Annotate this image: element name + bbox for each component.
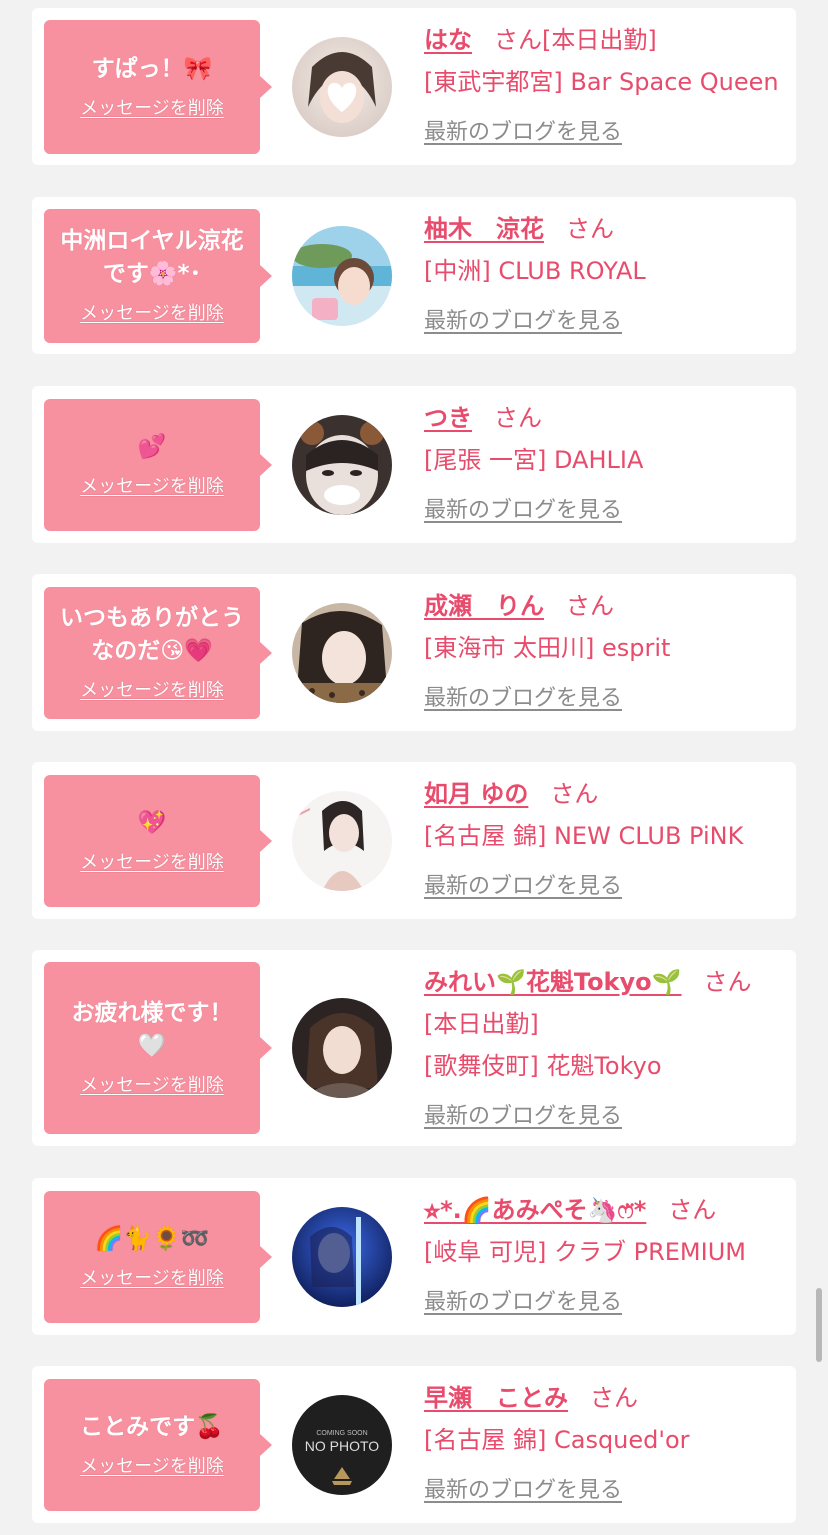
avatar-no-photo[interactable]: COMING SOON NO PHOTO bbox=[292, 1395, 392, 1495]
latest-blog-link[interactable]: 最新のブログを見る bbox=[424, 1284, 622, 1316]
latest-blog-link[interactable]: 最新のブログを見る bbox=[424, 114, 622, 146]
delete-message-link[interactable]: メッセージを削除 bbox=[80, 676, 224, 702]
message-text: ことみです🍒 bbox=[80, 1414, 224, 1440]
cast-name-link[interactable]: つき bbox=[424, 404, 472, 432]
delete-message-link[interactable]: メッセージを削除 bbox=[80, 1264, 224, 1290]
message-card: 💕 メッセージを削除 つき さん [尾張 一宮] DAHLIA 最新のブログを見る bbox=[32, 386, 796, 543]
cast-name-row: 柚木 涼花 さん bbox=[424, 213, 794, 245]
cast-info: 成瀬 りん さん [東海市 太田川] esprit 最新のブログを見る bbox=[424, 590, 794, 712]
shop-location: [尾張 一宮] DAHLIA bbox=[424, 446, 644, 474]
message-card: 中洲ロイヤル涼花 です🌸*･ メッセージを削除 柚木 涼花 さん [中洲] CLUB R… bbox=[32, 197, 796, 354]
delete-message-link[interactable]: メッセージを削除 bbox=[80, 94, 224, 120]
avatar-photo-white[interactable] bbox=[292, 791, 392, 891]
shop-location: [中洲] CLUB ROYAL bbox=[424, 257, 646, 285]
cast-info: つき さん [尾張 一宮] DAHLIA 最新のブログを見る bbox=[424, 402, 794, 524]
shop-location: [東武宇都宮] Bar Space Queen bbox=[424, 68, 779, 96]
message-text: 💖 bbox=[137, 810, 167, 836]
honorific: さん bbox=[566, 215, 614, 243]
honorific: さん bbox=[494, 26, 542, 54]
avatar-photo-bear-ears[interactable] bbox=[292, 415, 392, 515]
honorific: さん bbox=[590, 1384, 638, 1412]
latest-blog-link[interactable]: 最新のブログを見る bbox=[424, 680, 622, 712]
cast-name-link[interactable]: みれい🌱花魁Tokyo🌱 bbox=[424, 968, 682, 996]
cast-name-row: つき さん bbox=[424, 402, 794, 434]
message-bubble: お疲れ様です！ 🤍 メッセージを削除 bbox=[44, 962, 272, 1134]
cast-info: みれい🌱花魁Tokyo🌱 さん [本日出勤] [歌舞伎町] 花魁Tokyo 最新のブログ… bbox=[424, 966, 794, 1130]
shop-location: [本日出勤] bbox=[424, 1010, 539, 1038]
avatar-photo-beach[interactable] bbox=[292, 226, 392, 326]
latest-blog-link[interactable]: 最新のブログを見る bbox=[424, 492, 622, 524]
avatar-coming-soon-text: COMING SOON bbox=[316, 1430, 367, 1437]
scrollbar[interactable] bbox=[816, 1288, 822, 1362]
message-text: 中洲ロイヤル涼花 です🌸*･ bbox=[60, 228, 244, 287]
shop-location: [歌舞伎町] 花魁Tokyo bbox=[424, 1052, 662, 1080]
cast-name-row: はな さん[本日出勤] bbox=[424, 24, 794, 56]
message-text: いつもありがとう なのだ😘💗 bbox=[60, 605, 244, 664]
honorific: さん bbox=[566, 592, 614, 620]
message-list: すぱっ！🎀 メッセージを削除 はな さん[本日出勤] [東武宇都宮] Bar Space… bbox=[0, 0, 828, 1535]
shop-location: [名古屋 錦] NEW CLUB PiNK bbox=[424, 822, 744, 850]
avatar-photo-dark-hair[interactable] bbox=[292, 998, 392, 1098]
latest-blog-link[interactable]: 最新のブログを見る bbox=[424, 1098, 622, 1130]
message-card: いつもありがとう なのだ😘💗 メッセージを削除 成瀬 りん さん [東海市 太田川] e… bbox=[32, 574, 796, 731]
cast-name-row: みれい🌱花魁Tokyo🌱 さん bbox=[424, 966, 794, 998]
delete-message-link[interactable]: メッセージを削除 bbox=[80, 1452, 224, 1478]
shop-location: [東海市 太田川] esprit bbox=[424, 634, 671, 662]
cast-name-row: ⭐︎*.🌈あみぺそ🦄ෆ̈* さん bbox=[424, 1194, 794, 1226]
cast-name-link[interactable]: 早瀬 ことみ bbox=[424, 1384, 568, 1412]
message-bubble: ことみです🍒 メッセージを削除 bbox=[44, 1379, 272, 1511]
delete-message-link[interactable]: メッセージを削除 bbox=[80, 848, 224, 874]
message-card: すぱっ！🎀 メッセージを削除 はな さん[本日出勤] [東武宇都宮] Bar Space… bbox=[32, 8, 796, 165]
cast-name-link[interactable]: 如月 ゆの bbox=[424, 780, 528, 808]
message-text: お疲れ様です！ 🤍 bbox=[71, 1000, 233, 1059]
message-bubble: 中洲ロイヤル涼花 です🌸*･ メッセージを削除 bbox=[44, 209, 272, 343]
message-card: 💖 メッセージを削除 如月 ゆの さん [名古屋 錦] NEW CLUB PiNK 最新の… bbox=[32, 762, 796, 919]
message-text: 🌈🐈🌻➿ bbox=[94, 1226, 210, 1252]
honorific: さん bbox=[703, 968, 752, 996]
cast-info: はな さん[本日出勤] [東武宇都宮] Bar Space Queen 最新のブログを… bbox=[424, 24, 794, 146]
cast-name-link[interactable]: はな bbox=[424, 26, 472, 54]
message-text: すぱっ！🎀 bbox=[91, 56, 213, 82]
honorific: さん bbox=[494, 404, 542, 432]
cast-name-row: 早瀬 ことみ さん bbox=[424, 1382, 794, 1414]
avatar-photo-blue-light[interactable] bbox=[292, 1207, 392, 1307]
delete-message-link[interactable]: メッセージを削除 bbox=[80, 1071, 224, 1097]
shop-location: [名古屋 錦] Casqued'or bbox=[424, 1426, 690, 1454]
message-bubble: 💕 メッセージを削除 bbox=[44, 399, 272, 531]
latest-blog-link[interactable]: 最新のブログを見る bbox=[424, 1472, 622, 1504]
message-bubble: 🌈🐈🌻➿ メッセージを削除 bbox=[44, 1191, 272, 1323]
honorific: さん bbox=[668, 1196, 717, 1224]
delete-message-link[interactable]: メッセージを削除 bbox=[80, 299, 224, 325]
message-card: ことみです🍒 メッセージを削除 COMING SOON NO PHOTO 早瀬 ことみさ… bbox=[32, 1366, 796, 1523]
cast-name-link[interactable]: ⭐︎*.🌈あみぺそ🦄ෆ̈* bbox=[424, 1196, 646, 1224]
delete-message-link[interactable]: メッセージを削除 bbox=[80, 472, 224, 498]
latest-blog-link[interactable]: 最新のブログを見る bbox=[424, 303, 622, 335]
cast-name-link[interactable]: 成瀬 りん bbox=[424, 592, 544, 620]
latest-blog-link[interactable]: 最新のブログを見る bbox=[424, 868, 622, 900]
cast-info: 早瀬 ことみ さん [名古屋 錦] Casqued'or 最新のブログを見る bbox=[424, 1382, 794, 1504]
message-bubble: すぱっ！🎀 メッセージを削除 bbox=[44, 20, 272, 154]
message-bubble: いつもありがとう なのだ😘💗 メッセージを削除 bbox=[44, 587, 272, 719]
cast-name-row: 如月 ゆの さん bbox=[424, 778, 794, 810]
honorific: さん bbox=[550, 780, 599, 808]
avatar-photo-heart-face[interactable] bbox=[292, 37, 392, 137]
cast-info: 如月 ゆの さん [名古屋 錦] NEW CLUB PiNK 最新のブログを見る bbox=[424, 778, 794, 900]
cast-info: 柚木 涼花 さん [中洲] CLUB ROYAL 最新のブログを見る bbox=[424, 213, 794, 335]
avatar-no-photo-text: NO PHOTO bbox=[305, 1438, 380, 1454]
cast-name-row: 成瀬 りん さん bbox=[424, 590, 794, 622]
name-suffix: [本日出勤] bbox=[542, 26, 657, 54]
cast-name-link[interactable]: 柚木 涼花 bbox=[424, 215, 544, 243]
message-text: 💕 bbox=[137, 434, 167, 460]
shop-location: [岐阜 可児] クラブ PREMIUM bbox=[424, 1238, 746, 1266]
message-bubble: 💖 メッセージを削除 bbox=[44, 775, 272, 907]
avatar-photo-leopard[interactable] bbox=[292, 603, 392, 703]
message-card: 🌈🐈🌻➿ メッセージを削除 ⭐︎*.🌈あみぺそ🦄ෆ̈* さん [岐阜 可児] クラブ P… bbox=[32, 1178, 796, 1335]
message-card: お疲れ様です！ 🤍 メッセージを削除 みれい🌱花魁Tokyo🌱 さん [本日出勤] [歌舞… bbox=[32, 950, 796, 1146]
cast-info: ⭐︎*.🌈あみぺそ🦄ෆ̈* さん [岐阜 可児] クラブ PREMIUM 最新のブログ… bbox=[424, 1194, 794, 1316]
